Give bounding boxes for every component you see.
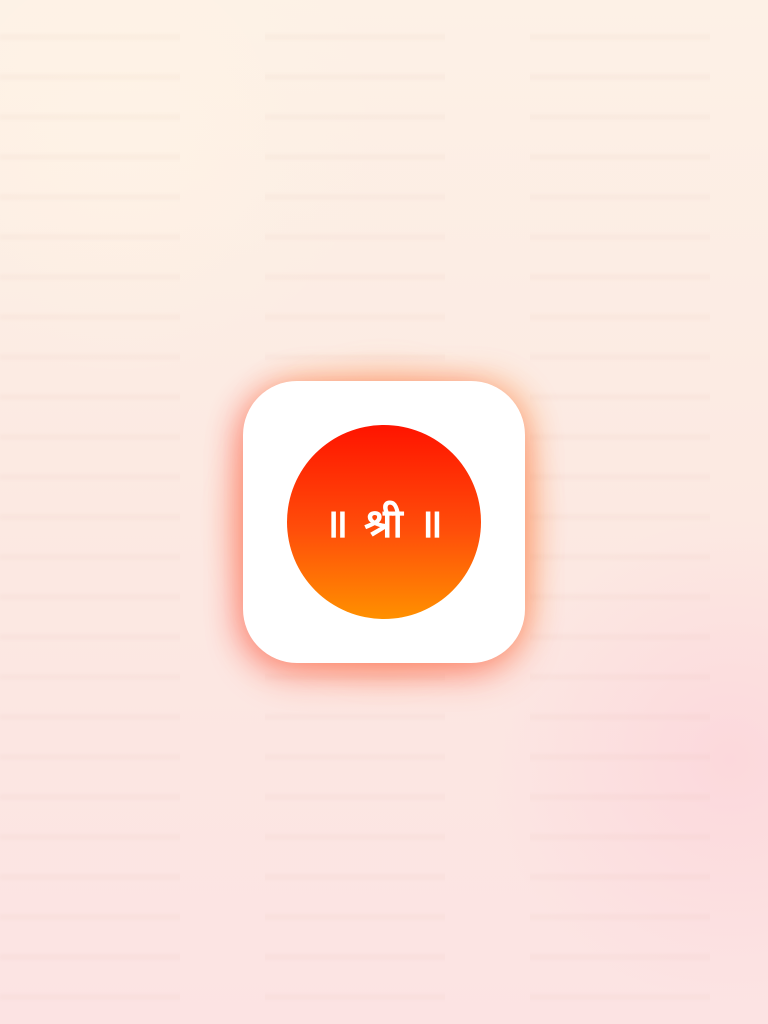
shri-medallion: ॥ श्री ॥ <box>287 425 481 619</box>
app-icon[interactable]: ॥ श्री ॥ <box>243 381 525 663</box>
shri-emblem-text: ॥ श्री ॥ <box>324 501 444 547</box>
